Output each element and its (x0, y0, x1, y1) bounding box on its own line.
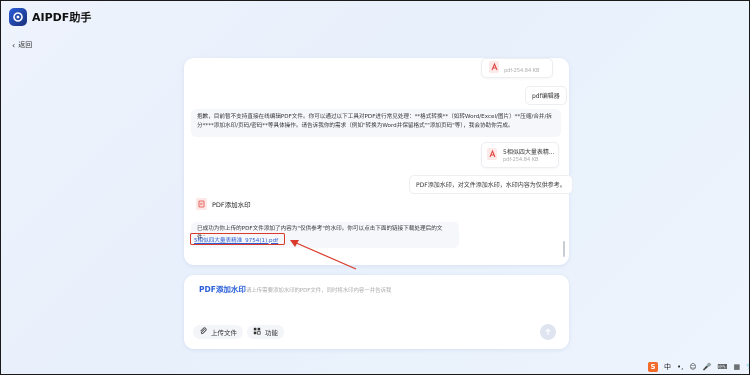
features-button[interactable]: 功能 (247, 325, 284, 339)
app-title: AIPDF助手 (32, 11, 92, 24)
grid-icon (253, 327, 261, 337)
emoji-icon[interactable]: ☺ (689, 363, 696, 371)
ai-message: 抱歉，目前暂不支持直接在线编辑PDF文件。你可以通过以下工具对PDF进行常见处理… (191, 109, 561, 137)
file-size: pdf-254.84 KB (503, 157, 539, 163)
microphone-icon[interactable]: 🎤 (703, 363, 712, 371)
composer-placeholder[interactable]: 请上传需要添加水印的PDF文件，同时将水印内容一并告诉我 (246, 286, 391, 294)
back-button[interactable]: ‹ 返回 (12, 40, 32, 50)
features-label: 功能 (265, 329, 278, 337)
file-name: 5相似四大量表精... (503, 149, 555, 156)
download-link[interactable]: 5相似四大量表精准_9754(1).pdf (194, 236, 278, 244)
back-label: 返回 (18, 41, 33, 49)
send-button[interactable] (540, 324, 556, 340)
selected-tool-tag[interactable]: PDF添加水印 (199, 284, 246, 295)
app-logo[interactable]: AIPDF助手 (9, 8, 91, 26)
ime-language[interactable]: 中 (664, 362, 671, 372)
upload-file-label: 上传文件 (211, 329, 237, 337)
pdf-file-icon (487, 148, 497, 160)
sogou-ime-icon[interactable]: S (648, 362, 658, 372)
punctuation-icon[interactable]: •, (677, 363, 683, 371)
arrow-up-icon (545, 328, 551, 335)
ai-message-text: 抱歉，目前暂不支持直接在线编辑PDF文件。你可以通过以下工具对PDF进行常见处理… (197, 114, 552, 129)
pdf-file-icon (489, 61, 499, 73)
skin-icon[interactable]: 👕 (746, 363, 749, 371)
tool-label: PDF添加水印 (212, 201, 251, 209)
chat-scrollbar[interactable] (563, 241, 565, 257)
watermark-tool-icon (196, 198, 207, 210)
user-message: pdf编辑器 (525, 86, 567, 105)
app-logo-icon (9, 8, 27, 26)
keyboard-icon[interactable]: ⌨ (717, 363, 727, 371)
chevron-left-icon: ‹ (12, 40, 16, 50)
system-tray: S 中 •, ☺ 🎤 ⌨ ▦ 👕 ⁘ (648, 360, 749, 374)
app-window: AIPDF助手 ‹ 返回 pdf-254.84 KB pdf编辑器 抱歉，目前暂… (0, 0, 750, 375)
tool-used-chip[interactable]: PDF添加水印 (196, 198, 251, 210)
user-message: PDF添加水印，对文件添加水印，水印内容为仅供参考。 (409, 175, 573, 194)
toolbox-icon[interactable]: ▦ (734, 363, 741, 371)
upload-file-button[interactable]: 上传文件 (193, 325, 243, 339)
file-size: pdf-254.84 KB (504, 68, 540, 74)
paperclip-icon (199, 327, 207, 337)
